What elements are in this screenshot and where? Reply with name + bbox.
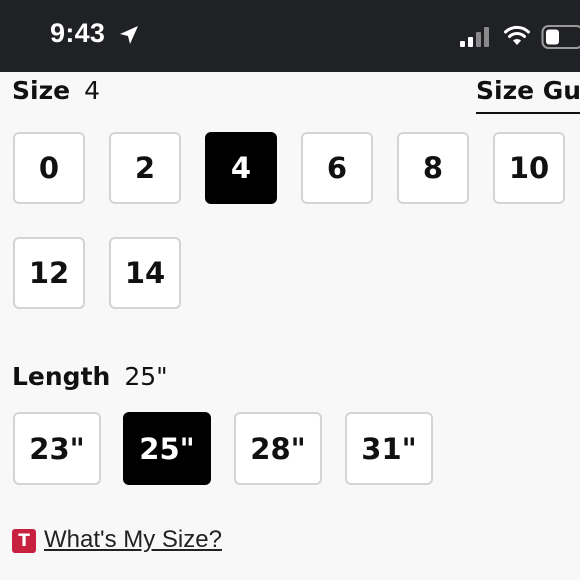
length-option-25-selected[interactable]: 25" bbox=[123, 412, 211, 485]
size-option-6[interactable]: 6 bbox=[301, 132, 373, 204]
size-option-2[interactable]: 2 bbox=[109, 132, 181, 204]
size-option-14[interactable]: 14 bbox=[109, 237, 181, 309]
size-option-4-selected[interactable]: 4 bbox=[205, 132, 277, 204]
status-bar: 9:43 bbox=[0, 0, 580, 72]
whats-my-size-link[interactable]: What's My Size? bbox=[44, 526, 222, 554]
length-option-28[interactable]: 28" bbox=[234, 412, 322, 485]
size-label: Size bbox=[12, 76, 71, 105]
wifi-icon bbox=[504, 25, 530, 45]
length-label-row: Length 25" bbox=[12, 362, 168, 391]
brand-badge-icon: T bbox=[12, 529, 36, 553]
size-option-8[interactable]: 8 bbox=[397, 132, 469, 204]
size-guide-link[interactable]: Size Gui bbox=[476, 76, 580, 105]
battery-icon bbox=[541, 25, 580, 49]
cellular-signal-icon bbox=[460, 27, 489, 47]
size-option-0[interactable]: 0 bbox=[13, 132, 85, 204]
selected-size-value: 4 bbox=[84, 76, 100, 105]
size-label-row: Size 4 bbox=[12, 76, 100, 105]
status-time: 9:43 bbox=[50, 18, 106, 48]
length-label: Length bbox=[12, 362, 111, 391]
selected-length-value: 25" bbox=[124, 362, 168, 391]
size-option-10[interactable]: 10 bbox=[493, 132, 565, 204]
size-guide-underline bbox=[476, 112, 580, 114]
size-option-12[interactable]: 12 bbox=[13, 237, 85, 309]
location-arrow-icon bbox=[120, 26, 138, 44]
length-option-31[interactable]: 31" bbox=[345, 412, 433, 485]
length-option-23[interactable]: 23" bbox=[13, 412, 101, 485]
